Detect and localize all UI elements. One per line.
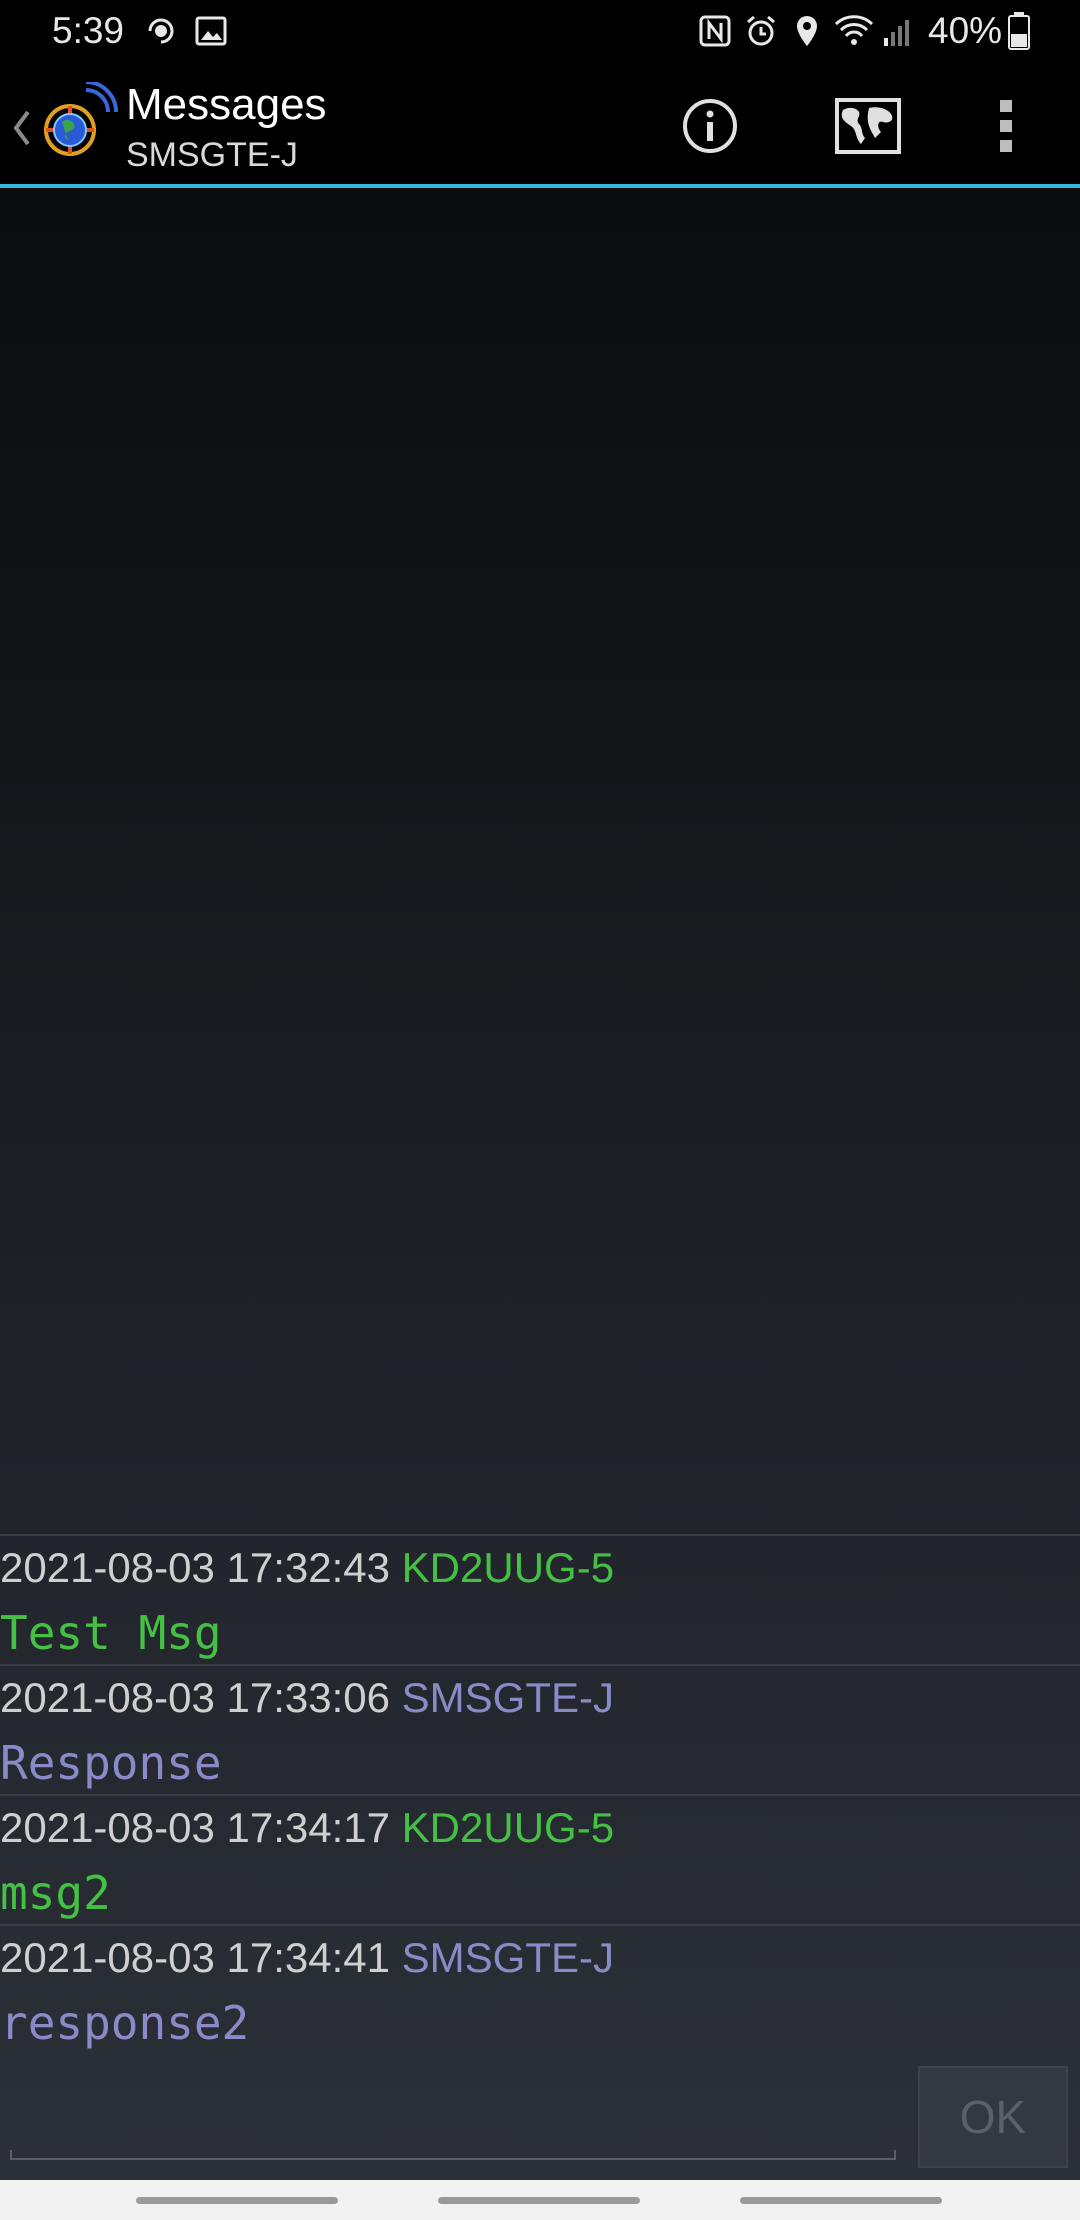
message-header: 2021-08-03 17:34:41 SMSGTE-J [0, 1934, 614, 1982]
message-timestamp: 2021-08-03 17:34:17 [0, 1804, 390, 1851]
message-timestamp: 2021-08-03 17:32:43 [0, 1544, 390, 1591]
navigation-bar [0, 2180, 1080, 2220]
message-item[interactable]: 2021-08-03 17:32:43 KD2UUG-5 Test Msg [0, 1536, 1080, 1666]
back-chevron-icon[interactable] [10, 108, 32, 153]
location-sharing-icon [144, 14, 178, 53]
message-item[interactable]: 2021-08-03 17:34:17 KD2UUG-5 msg2 [0, 1796, 1080, 1926]
location-pin-icon [792, 14, 822, 53]
status-bar: 5:39 40% [0, 0, 1080, 64]
nav-recents-handle[interactable] [136, 2197, 338, 2204]
info-icon [681, 97, 739, 160]
nfc-icon [698, 14, 732, 53]
nav-back-handle[interactable] [740, 2197, 942, 2204]
signal-icon [882, 14, 916, 53]
ok-button[interactable]: OK [918, 2066, 1068, 2168]
alarm-icon [744, 14, 778, 53]
message-header: 2021-08-03 17:32:43 KD2UUG-5 [0, 1544, 614, 1592]
overflow-menu-button[interactable] [966, 88, 1046, 168]
map-button[interactable] [818, 88, 918, 168]
image-icon [194, 14, 228, 53]
message-item[interactable]: 2021-08-03 17:34:41 SMSGTE-J response2 [0, 1926, 1080, 2054]
status-time: 5:39 [52, 10, 125, 51]
overflow-menu-icon [998, 98, 1014, 159]
page-subtitle: SMSGTE-J [126, 136, 298, 174]
message-timestamp: 2021-08-03 17:34:41 [0, 1934, 390, 1981]
message-list[interactable]: 2021-08-03 17:32:43 KD2UUG-5 Test Msg 20… [0, 1534, 1080, 2054]
message-callsign: KD2UUG-5 [401, 1804, 615, 1851]
message-item[interactable]: 2021-08-03 17:33:06 SMSGTE-J Response [0, 1666, 1080, 1796]
message-body: Response [0, 1736, 222, 1790]
app-bar: Messages SMSGTE-J [0, 64, 1080, 188]
wifi-icon [834, 14, 874, 53]
nav-home-handle[interactable] [438, 2197, 640, 2204]
message-callsign: KD2UUG-5 [401, 1544, 615, 1591]
message-callsign: SMSGTE-J [401, 1934, 615, 1981]
map-icon [835, 97, 901, 159]
message-body: msg2 [0, 1866, 111, 1920]
page-title: Messages [126, 80, 327, 129]
message-body: response2 [0, 1996, 250, 2050]
message-header: 2021-08-03 17:34:17 KD2UUG-5 [0, 1804, 614, 1852]
battery-icon [1008, 12, 1030, 55]
message-input[interactable] [10, 2150, 896, 2160]
message-body: Test Msg [0, 1606, 222, 1660]
message-callsign: SMSGTE-J [401, 1674, 615, 1721]
info-button[interactable] [670, 88, 750, 168]
app-logo-icon[interactable] [34, 80, 118, 171]
message-timestamp: 2021-08-03 17:33:06 [0, 1674, 390, 1721]
battery-percent: 40% [928, 10, 1003, 51]
messages-screen: 5:39 40% Messages SMSGTE-J 2021-08-03 17… [0, 0, 1080, 2220]
message-header: 2021-08-03 17:33:06 SMSGTE-J [0, 1674, 614, 1722]
